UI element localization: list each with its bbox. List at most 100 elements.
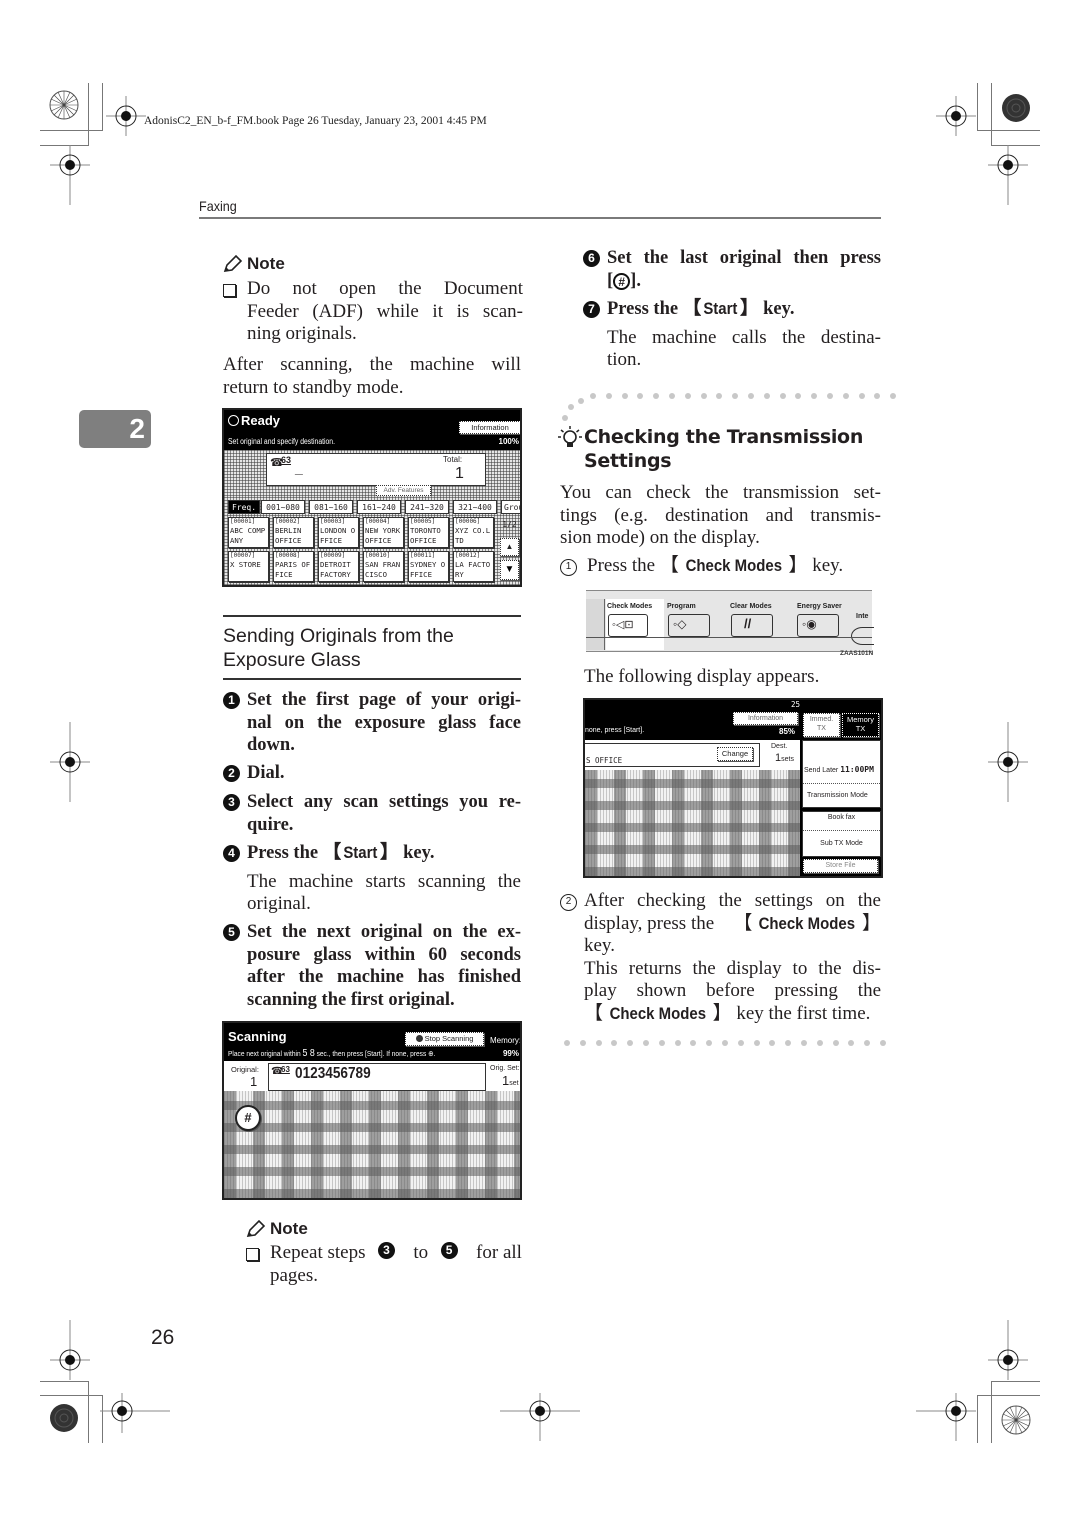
check-modes-key: 【Check Modes】 <box>733 912 881 934</box>
note-text: to <box>413 1242 429 1263</box>
sub-tx-mode-button[interactable]: Sub TX Mode <box>803 840 880 847</box>
destination-button[interactable]: [00004] NEW YORK OFFICE <box>363 517 404 548</box>
substep-number-icon: 2 <box>560 894 577 911</box>
tab-freq[interactable]: Freq. <box>228 500 260 514</box>
memory-tx-button[interactable]: Memory TX <box>842 713 879 737</box>
stop-scanning-button[interactable]: Stop Scanning <box>405 1032 484 1046</box>
destination-entry-field[interactable]: ☎ 63 _ Total: 1 <box>266 453 486 486</box>
check-body: S OFFICE Change Dest. 1sets <box>585 740 800 876</box>
step-text: key. <box>398 843 435 863</box>
starburst-icon <box>49 90 79 120</box>
separator-dot <box>826 393 833 399</box>
note-item: Do not open the Document Feeder (ADF) wh… <box>223 278 523 346</box>
step-number-icon: 3 <box>223 794 240 811</box>
clear-modes-key-button[interactable]: // <box>731 614 773 637</box>
destination-button[interactable]: [00003] LONDON O FFICE <box>318 517 359 548</box>
separator-dot <box>611 1040 618 1046</box>
immed-tx-button[interactable]: Immed. TX <box>803 713 840 737</box>
dest-id: [00010] <box>365 552 391 559</box>
adv-features-button[interactable]: Adv. Features <box>376 485 431 496</box>
dest-name-line: TORONTO <box>410 526 441 535</box>
section-heading: Checking the Transmission Settings <box>558 425 883 473</box>
heading-text: Checking the Transmission <box>584 426 864 448</box>
book-fax-button[interactable]: Book fax <box>803 814 880 821</box>
section-title-line: Sending Originals from the <box>223 625 454 647</box>
separator-dot <box>769 1040 776 1046</box>
ready-title-text: Ready <box>241 413 281 428</box>
destination-button[interactable]: [00002] BERLIN OFFICE <box>273 517 314 548</box>
destination-button[interactable]: [00005] TORONTO OFFICE <box>408 517 449 548</box>
dest-name-line: FFICE <box>410 569 432 579</box>
note-line: pages. <box>270 1264 319 1286</box>
registration-mark-icon <box>988 145 1028 205</box>
step-text: key. <box>758 299 795 319</box>
transmission-mode-button[interactable]: Transmission Mode <box>807 792 868 799</box>
destination-display: S OFFICE Change <box>585 743 760 767</box>
destination-button[interactable]: [00011] SYDNEY O FFICE <box>408 551 449 582</box>
step-line: after the machine has finished <box>247 967 521 987</box>
step-line: Dial. <box>247 763 285 783</box>
destination-button[interactable]: [00008] PARIS OF FICE <box>273 551 314 582</box>
section-rule-bottom <box>223 678 521 680</box>
hash-key-button[interactable]: # <box>235 1105 261 1131</box>
paragraph-line: tings (e.g. destination and transmis- <box>560 504 881 526</box>
tab-group[interactable]: Group <box>501 500 520 514</box>
step-line: nal on the exposure glass face <box>247 712 521 733</box>
tab-range[interactable]: 081~160 <box>309 500 353 514</box>
dest-name-line: ABC COMP <box>230 526 266 535</box>
destination-button[interactable]: [00010] SAN FRAN CISCO <box>363 551 404 582</box>
panel-label-energy-saver: Energy Saver <box>797 603 842 610</box>
note-block-2: Note Repeat steps 3 to 5 for all pages. <box>246 1219 522 1287</box>
instruction-text: sec., then press [Start]. If none, press <box>316 1049 427 1058</box>
tab-range[interactable]: 001~080 <box>261 500 305 514</box>
separator-dot <box>621 393 628 399</box>
tab-range[interactable]: 321~400 <box>453 500 497 514</box>
memory-label: Memory: <box>490 1036 522 1045</box>
book-fax-group: Book fax Sub TX Mode <box>802 811 881 857</box>
destination-button[interactable]: [00007] X STORE <box>228 551 269 582</box>
program-key-button[interactable]: ◦◇ <box>668 614 710 637</box>
dest-name-line: LA FACTO <box>455 560 491 569</box>
dest-name-line: TD <box>455 535 464 545</box>
store-file-button[interactable]: Store File <box>803 859 878 873</box>
destination-button[interactable]: [00009] DETROIT FACTORY <box>318 551 359 582</box>
destination-button[interactable]: [00006] XYZ CO.L TD <box>453 517 494 548</box>
step-line: Set the next original on the ex- <box>247 922 521 942</box>
next-page-button[interactable]: ▼ <box>500 560 519 580</box>
check-modes-key-label: Check Modes <box>609 1003 707 1023</box>
control-panel-illustration: Check Modes Program Clear Modes Energy S… <box>586 590 874 652</box>
start-key-label: Start <box>703 299 738 318</box>
step-1: 1 Set the first page of your origi- nal … <box>223 689 521 757</box>
step-number-icon: 4 <box>223 845 240 862</box>
tab-range[interactable]: 241~320 <box>405 500 449 514</box>
interrupt-key-button[interactable] <box>851 627 874 645</box>
tab-range[interactable]: 161~240 <box>357 500 401 514</box>
dest-id: [00003] <box>320 518 346 525</box>
separator-dot <box>747 393 754 399</box>
panel-label-check-modes: Check Modes <box>607 603 653 610</box>
information-button[interactable]: Information <box>459 421 520 434</box>
destination-button[interactable]: [00012] LA FACTO RY <box>453 551 494 582</box>
scanning-body: Original: 1 ☎ 63 0123456789 Orig. Set: 1… <box>224 1061 520 1198</box>
separator-dot <box>832 1040 839 1046</box>
intro-paragraph: You can check the transmission set- ting… <box>560 482 881 550</box>
send-later-group: Send Later 11:00PM Transmission Mode <box>802 740 881 808</box>
heading-line: Checking the Transmission <box>558 425 883 449</box>
dest-name-line: OFFICE <box>275 535 302 545</box>
prev-page-button[interactable]: ▲ <box>500 538 519 556</box>
separator-dot <box>658 1040 665 1046</box>
change-button[interactable]: Change <box>717 747 753 761</box>
check-modes-key-button[interactable]: ◦◁⊡ <box>608 614 648 637</box>
step-number-icon: 6 <box>583 250 600 267</box>
information-button[interactable]: Information <box>733 712 798 725</box>
paragraph-line: You can check the transmission set- <box>560 482 881 503</box>
send-later-row[interactable]: Send Later 11:00PM <box>804 765 874 774</box>
step-ref-icon: 5 <box>440 1242 458 1259</box>
destination-button[interactable]: [00001] ABC COMP ANY <box>228 517 269 548</box>
ready-title: Ready <box>228 413 280 428</box>
dest-id: [00008] <box>275 552 301 559</box>
separator-dot <box>816 1040 823 1046</box>
substep-text: key. <box>807 555 844 576</box>
energy-saver-key-button[interactable]: ◦◉ <box>797 614 839 637</box>
send-later-time: 11:00PM <box>840 765 874 774</box>
